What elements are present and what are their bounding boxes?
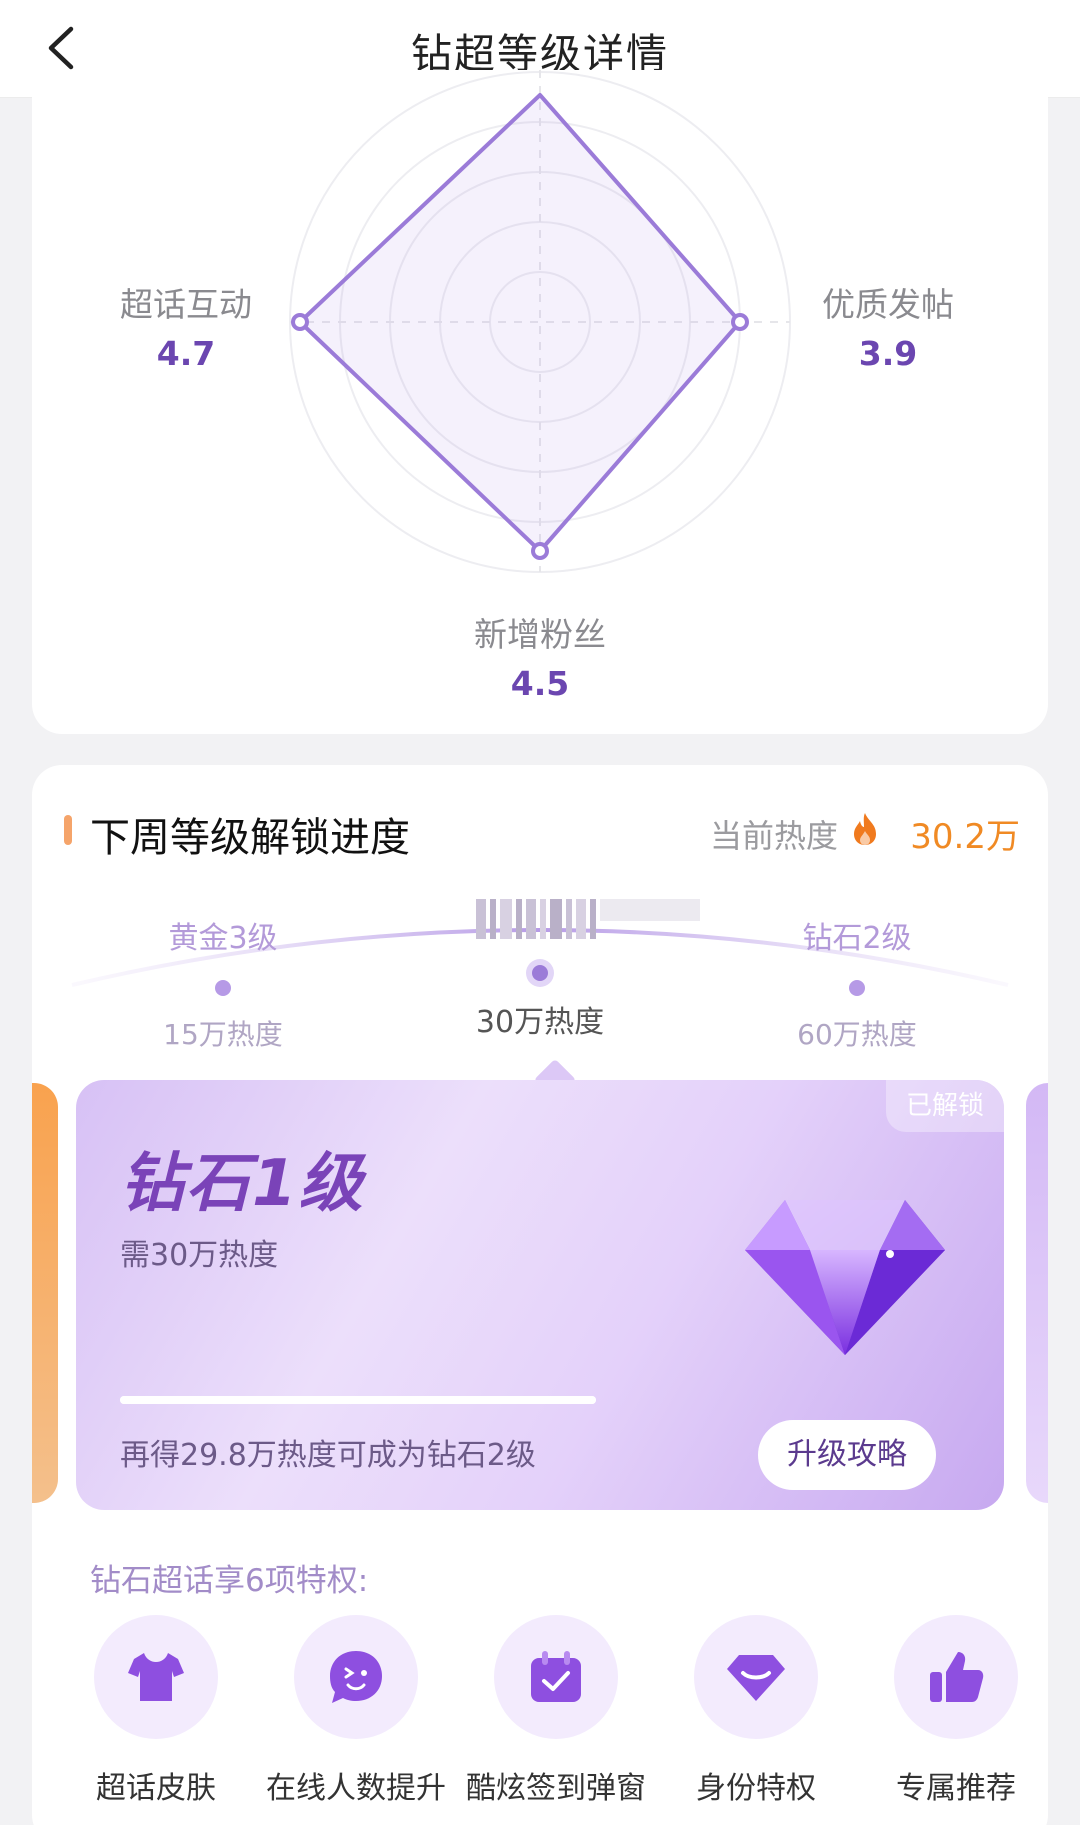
radar-area [298,93,742,553]
level-heat-current: 30万热度 [475,1005,605,1040]
level-title: 钻石1级 [120,1147,365,1221]
level-progress-fill [120,1396,596,1404]
perk-online-count[interactable]: 在线人数提升 [256,1615,456,1807]
current-heat-label: 当前热度 [709,817,838,855]
level-requirement: 需30万热度 [120,1238,279,1273]
section-title: 下周等级解锁进度 [90,815,410,861]
perks-list: 超话皮肤 在线人数提升 酷炫签到弹窗 身份特权 专属推荐 [56,1615,1056,1815]
level-name-current [476,899,700,939]
calendar-check-icon [494,1615,618,1739]
radar-point [731,313,749,331]
unlocked-badge: 已解锁 [886,1080,1004,1132]
perk-identity[interactable]: 身份特权 [656,1615,856,1807]
next-level-card[interactable] [1026,1083,1048,1503]
level-heat-next: 60万热度 [797,1018,917,1051]
perk-recommend[interactable]: 专属推荐 [856,1615,1056,1807]
current-heat-value: 30.2万 [910,817,1020,857]
smiley-icon [294,1615,418,1739]
perk-checkin-popup[interactable]: 酷炫签到弹窗 [456,1615,656,1807]
level-node [849,980,865,996]
level-progress-card: 下周等级解锁进度 当前热度 30.2万 黄金3级 钻石2级 15万热度 30万热… [32,765,1048,1825]
thumbs-up-icon [894,1615,1018,1739]
upgrade-guide-button[interactable]: 升级攻略 [758,1420,936,1490]
level-name-prev: 黄金3级 [168,921,278,956]
diamond-icon [745,1200,945,1355]
prev-level-card[interactable] [32,1083,58,1503]
level-progress-bar [120,1396,596,1404]
diamond-badge-icon [694,1615,818,1739]
level-name-next: 钻石2级 [802,921,912,956]
level-heat-prev: 15万热度 [163,1018,283,1051]
current-level-card[interactable]: 已解锁 钻石1级 需30万热度 再得29.8万热度可成为钻石2级 升级攻略 [76,1080,1004,1510]
radar-point [531,542,549,560]
perks-title: 钻石超话享6项特权: [90,1563,369,1599]
progress-tip: 再得29.8万热度可成为钻石2级 [120,1438,536,1473]
perk-skin[interactable]: 超话皮肤 [56,1615,256,1807]
radar-label-fans: 新增粉丝 4.5 [474,615,606,703]
radar-card: 超话互动 4.7 优质发帖 3.9 新增粉丝 4.5 [32,70,1048,734]
section-accent-bar [64,815,72,845]
radar-label-interaction: 超话互动 4.7 [120,285,252,373]
level-node [215,980,231,996]
shirt-icon [94,1615,218,1739]
flame-icon [854,813,876,845]
radar-label-posting: 优质发帖 3.9 [822,285,954,373]
